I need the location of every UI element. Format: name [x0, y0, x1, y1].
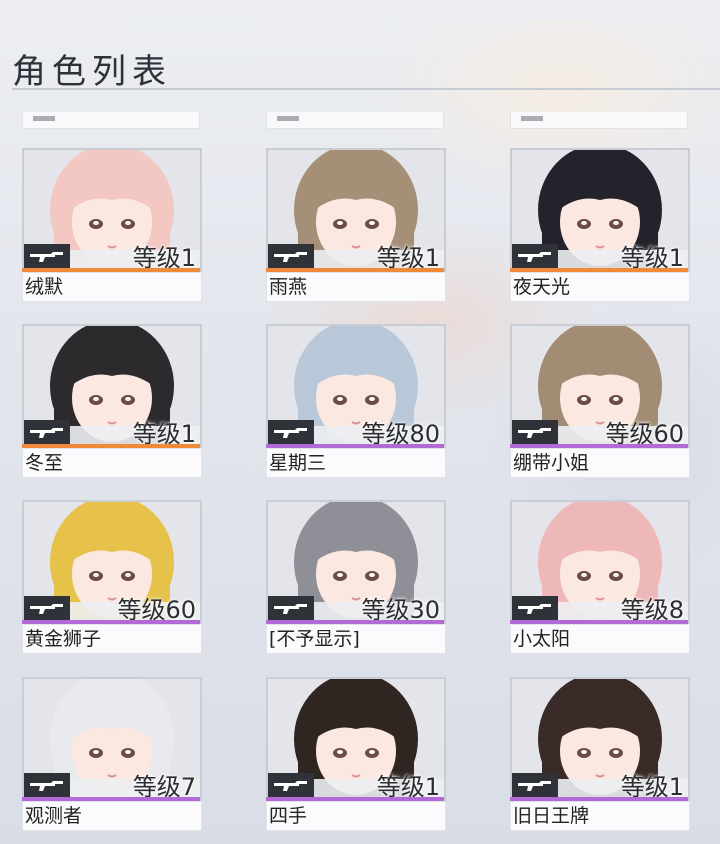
gun-icon: [268, 596, 314, 620]
character-card[interactable]: 等级8 小太阳: [510, 500, 690, 656]
character-card[interactable]: 等级1 四手: [266, 677, 446, 833]
gun-icon: [24, 244, 70, 268]
character-card[interactable]: 等级1 夜天光: [510, 148, 690, 304]
character-name: 绷带小姐: [510, 448, 690, 478]
character-card[interactable]: 等级1 绒默: [22, 148, 202, 304]
page-title: 角色列表: [12, 52, 172, 92]
character-name: 观测者: [22, 801, 202, 831]
character-name: 绒默: [22, 272, 202, 302]
gun-icon: [512, 596, 558, 620]
partial-card-name[interactable]: [266, 112, 444, 129]
title-divider: [12, 88, 720, 90]
character-card[interactable]: 等级1 雨燕: [266, 148, 446, 304]
character-card[interactable]: 等级30 [不予显示]: [266, 500, 446, 656]
character-card[interactable]: 等级1 旧日王牌: [510, 677, 690, 833]
character-name: 小太阳: [510, 624, 690, 654]
character-card[interactable]: 等级60 绷带小姐: [510, 324, 690, 480]
gun-icon: [268, 420, 314, 444]
gun-icon: [268, 244, 314, 268]
gun-icon: [24, 596, 70, 620]
gun-icon: [24, 773, 70, 797]
character-card[interactable]: 等级1 冬至: [22, 324, 202, 480]
character-name: 四手: [266, 801, 446, 831]
partial-card-name[interactable]: [510, 112, 688, 129]
character-name: [不予显示]: [266, 624, 446, 654]
character-card[interactable]: 等级80 星期三: [266, 324, 446, 480]
gun-icon: [512, 244, 558, 268]
partial-card-name[interactable]: [22, 112, 200, 129]
character-name: 雨燕: [266, 272, 446, 302]
character-name: 旧日王牌: [510, 801, 690, 831]
gun-icon: [24, 420, 70, 444]
character-card[interactable]: 等级7 观测者: [22, 677, 202, 833]
character-name: 黄金狮子: [22, 624, 202, 654]
character-name: 冬至: [22, 448, 202, 478]
gun-icon: [512, 420, 558, 444]
character-card[interactable]: 等级60 黄金狮子: [22, 500, 202, 656]
character-name: 夜天光: [510, 272, 690, 302]
character-name: 星期三: [266, 448, 446, 478]
gun-icon: [268, 773, 314, 797]
gun-icon: [512, 773, 558, 797]
